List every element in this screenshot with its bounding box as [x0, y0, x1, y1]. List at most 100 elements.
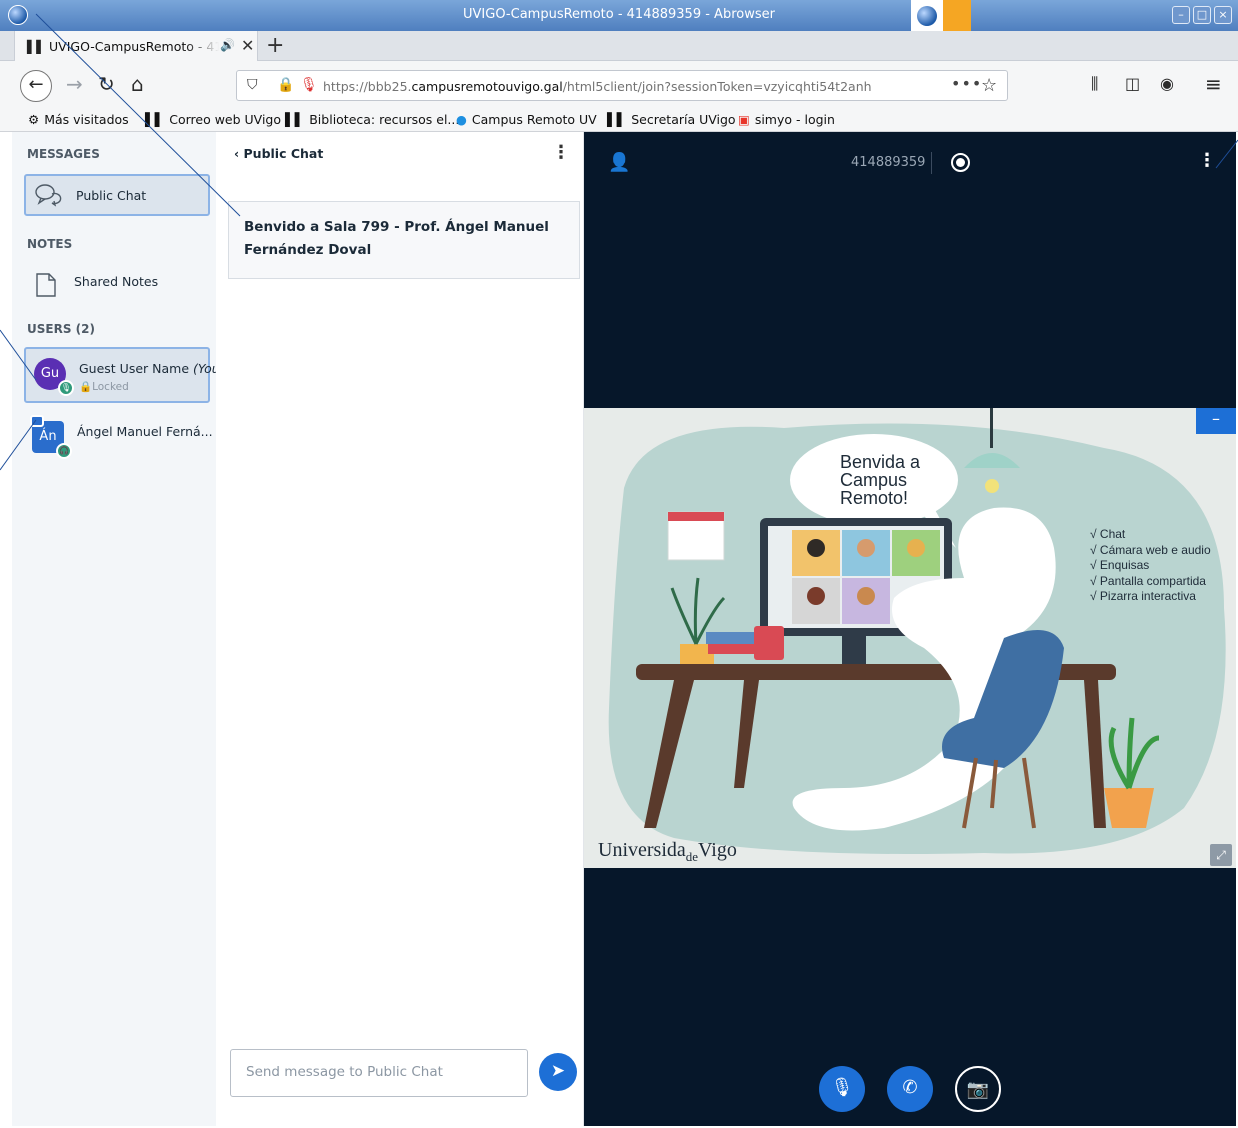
headset-badge-icon: 🎧	[56, 443, 72, 459]
bubble-line-3: Remoto!	[840, 488, 908, 508]
window-maximize-button[interactable]: □	[1193, 6, 1211, 24]
tab-strip: ▌▌ UVIGO-CampusRemoto - 414889359 🔊 ✕ +	[0, 31, 1238, 61]
hamburger-menu-icon[interactable]: ≡	[1205, 72, 1222, 96]
user-locked-status: 🔒Locked	[79, 381, 129, 393]
user-list-item-angel[interactable]: Án 🎧 Ángel Manuel Ferná...	[24, 412, 213, 468]
speaker-icon[interactable]: 🔊	[220, 38, 235, 52]
public-chat-label: Public Chat	[76, 188, 147, 203]
chat-welcome-message: Benvido a Sala 799 - Prof. Ángel Manuel …	[228, 201, 580, 279]
url-text[interactable]: https://bbb25.campusremotouvigo.gal/html…	[323, 79, 872, 94]
shared-notes-label: Shared Notes	[74, 274, 159, 289]
microphone-button[interactable]: 🎙	[819, 1066, 865, 1112]
lock-icon[interactable]: 🔒	[277, 77, 294, 93]
page-actions-button[interactable]: •••	[951, 74, 982, 93]
public-chat-button[interactable]: Public Chat	[24, 174, 210, 216]
tab-close-button[interactable]: ✕	[241, 36, 254, 55]
feature-webcam-audio: √ Cámara web e audio	[1090, 543, 1211, 557]
user-name: Ángel Manuel Ferná...	[77, 424, 213, 439]
microphone-badge-icon: 🎙	[58, 380, 74, 396]
window-titlebar: UVIGO-CampusRemoto - 414889359 - Abrowse…	[0, 0, 1238, 31]
bookmarks-toolbar: ⚙ Más visitados ▌▌ Correo web UVigo ▌▌ Bibl…	[0, 109, 1238, 132]
reload-button[interactable]: ↻	[98, 72, 115, 96]
chat-message-input[interactable]: Send message to Public Chat	[230, 1049, 528, 1097]
microphone-icon: 🎙	[830, 1077, 854, 1098]
new-tab-button[interactable]: +	[266, 33, 284, 58]
feature-screenshare: √ Pantalla compartida	[1090, 574, 1206, 588]
uvigo-logo-icon: ▌▌	[285, 112, 305, 127]
tab-title: UVIGO-CampusRemoto - 414889359	[49, 39, 219, 54]
uvigo-logo-icon: ▌▌	[145, 112, 165, 127]
tray-browser-icon[interactable]	[911, 0, 943, 31]
simyo-icon: ▣	[738, 112, 750, 127]
bookmark-mas-visitados[interactable]: ⚙ Más visitados	[28, 112, 129, 127]
send-arrow-icon: ➤	[550, 1061, 566, 1081]
back-button[interactable]: ←	[20, 70, 52, 102]
bookmark-star-icon[interactable]: ☆	[981, 75, 997, 96]
bubble-line-2: Campus	[840, 470, 907, 490]
shield-icon[interactable]: ⛉	[247, 77, 258, 93]
uvigo-favicon-icon: ▌▌	[27, 40, 46, 54]
chat-panel: ‹ Public Chat ⋮ Benvido a Sala 799 - Pro…	[216, 132, 584, 1126]
window-minimize-button[interactable]: –	[1172, 6, 1190, 24]
meeting-navbar: 👤 414889359 ⋮	[584, 132, 1236, 192]
account-icon[interactable]: ◉	[1160, 72, 1174, 96]
user-list-toggle-icon[interactable]: 👤	[608, 152, 630, 173]
sidebar-toggle-icon[interactable]: ◫	[1125, 72, 1140, 96]
tab-uvigo-campusremoto[interactable]: ▌▌ UVIGO-CampusRemoto - 414889359 🔊 ✕	[14, 31, 258, 61]
microphone-permission-icon[interactable]: 🎙	[300, 77, 318, 93]
navigation-toolbar: ← → ↻ ⌂ ⛉ 🔒 🎙 https://bbb25.campusremoto…	[0, 61, 1238, 109]
messages-section-title: MESSAGES	[27, 147, 100, 161]
minimize-presentation-button[interactable]: –	[1196, 408, 1236, 434]
chat-header-back-button[interactable]: ‹ Public Chat	[234, 146, 323, 161]
notes-section-title: NOTES	[27, 237, 73, 251]
presentation-slide[interactable]: Benvida a Campus Remoto! √ Chat √ Cámara…	[584, 408, 1236, 868]
gear-icon: ⚙	[28, 112, 40, 127]
media-area: 👤 414889359 ⋮ Benvida a Campus Remoto! √…	[584, 132, 1236, 1126]
bookmark-secretaria[interactable]: ▌▌ Secretaría UVigo	[607, 112, 736, 127]
bookmark-biblioteca[interactable]: ▌▌ Biblioteca: recursos el...	[285, 112, 459, 127]
bookmark-correo-web[interactable]: ▌▌ Correo web UVigo	[145, 112, 281, 127]
presenter-icon	[30, 415, 44, 427]
mug	[754, 626, 784, 660]
options-menu-icon[interactable]: ⋮	[1198, 150, 1216, 171]
window-title: UVIGO-CampusRemoto - 414889359 - Abrowse…	[463, 7, 775, 22]
leave-audio-button[interactable]: ✆	[887, 1066, 933, 1112]
user-list-panel: MESSAGES Public Chat NOTES Shared Notes …	[12, 132, 225, 1126]
fullscreen-icon[interactable]: ⤢	[1210, 844, 1232, 866]
url-bar[interactable]: ⛉ 🔒 🎙 https://bbb25.campusremotouvigo.ga…	[236, 70, 1008, 101]
camera-off-icon: 📷	[966, 1079, 990, 1100]
right-plant-pot	[1104, 788, 1154, 828]
bookmark-campus-remoto[interactable]: ● Campus Remoto UV	[456, 112, 597, 127]
send-message-button[interactable]: ➤	[539, 1053, 577, 1091]
feature-polls: √ Enquisas	[1090, 558, 1149, 572]
meeting-id: 414889359	[851, 155, 926, 170]
meeting-app: MESSAGES Public Chat NOTES Shared Notes …	[12, 132, 1236, 1126]
chat-bubbles-icon	[35, 184, 62, 207]
feature-chat: √ Chat	[1090, 527, 1126, 541]
university-brand-text: UniversidadeVigo	[598, 839, 737, 864]
phone-icon: ✆	[902, 1077, 918, 1098]
user-name: Guest User Name (You)	[79, 361, 225, 376]
shared-notes-button[interactable]: Shared Notes	[24, 262, 210, 304]
campus-remoto-icon: ●	[456, 112, 467, 127]
window-close-button[interactable]: ×	[1214, 6, 1232, 24]
avatar: Án 🎧	[30, 415, 72, 459]
chevron-left-icon: ‹	[234, 146, 244, 161]
action-bar: 🎙 ✆ 📷	[584, 1066, 1236, 1126]
feature-whiteboard: √ Pizarra interactiva	[1090, 589, 1196, 603]
divider	[931, 152, 932, 174]
forward-button[interactable]: →	[66, 72, 83, 96]
bookmark-simyo[interactable]: ▣ simyo - login	[738, 112, 835, 127]
library-icon[interactable]: ⫼	[1091, 72, 1098, 96]
notes-document-icon	[36, 273, 56, 297]
user-list-item-guest[interactable]: Gu 🎙 Guest User Name (You) 🔒Locked	[24, 347, 225, 403]
avatar: Gu 🎙	[34, 358, 74, 396]
lock-icon: 🔒	[79, 381, 93, 393]
tray-app-icon[interactable]	[943, 0, 971, 31]
chat-options-icon[interactable]: ⋮	[552, 142, 570, 163]
uvigo-logo-icon: ▌▌	[607, 112, 627, 127]
record-indicator-icon[interactable]	[951, 153, 970, 172]
home-icon[interactable]: ⌂	[131, 72, 144, 96]
share-webcam-button[interactable]: 📷	[955, 1066, 1001, 1112]
bubble-line-1: Benvida a	[840, 452, 921, 472]
